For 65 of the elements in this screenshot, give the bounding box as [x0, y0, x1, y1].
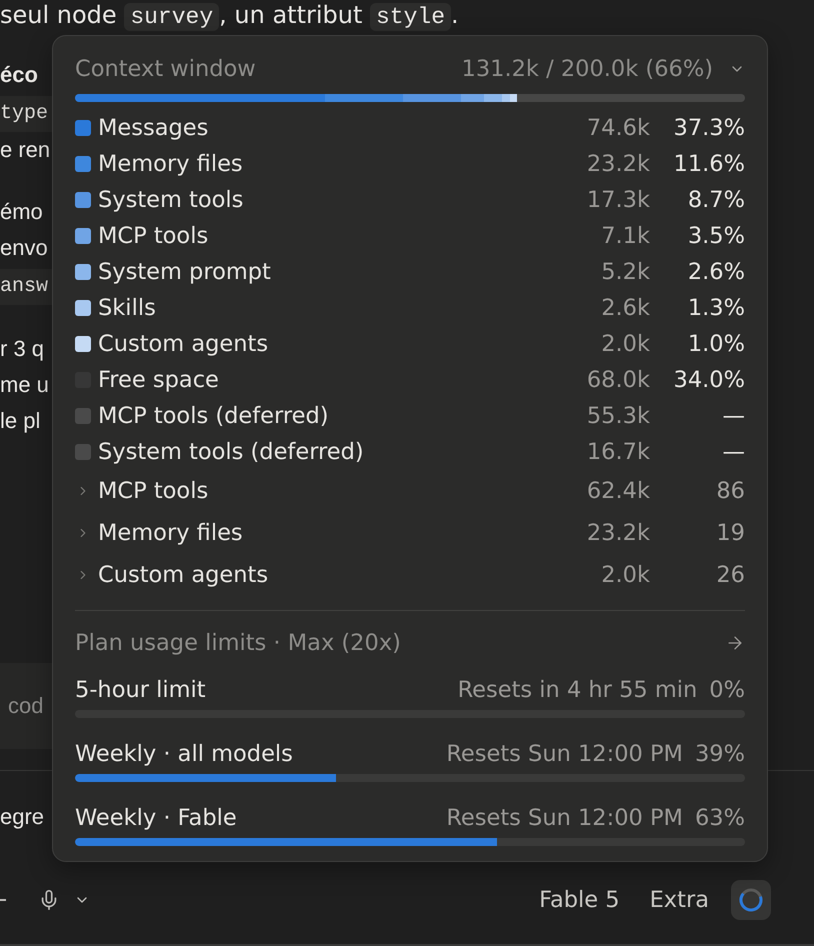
share-percent: 3.5% — [688, 223, 745, 249]
share-percent: 1.0% — [688, 331, 745, 357]
group-toggle[interactable]: Memory files — [75, 520, 243, 546]
panel-text: cod — [8, 693, 44, 719]
token-count: 23.2k — [586, 520, 650, 546]
share-percent: 11.6% — [674, 151, 745, 177]
message-text: seul node survey , un attribut style . — [0, 0, 460, 32]
token-count: 5.2k — [601, 259, 650, 285]
context-usage-button[interactable] — [731, 880, 771, 920]
limit-label: Weekly · Fable — [75, 805, 237, 831]
token-count: 16.7k — [586, 439, 650, 465]
token-count: 74.6k — [586, 115, 650, 141]
item-count: 26 — [716, 562, 745, 588]
category-label: MCP tools (deferred) — [98, 403, 329, 429]
share-percent: 1.3% — [688, 295, 745, 321]
section-title: Context window — [75, 56, 256, 82]
category-label: Memory files — [98, 151, 243, 177]
token-count: 55.3k — [586, 403, 650, 429]
limit-label: Weekly · all models — [75, 741, 293, 767]
reset-time: Resets Sun 12:00 PM — [446, 741, 683, 767]
usage-percent: 63% — [694, 805, 745, 831]
token-count: 23.2k — [586, 151, 650, 177]
share-percent: 34.0% — [674, 367, 745, 393]
category-label: System tools — [98, 187, 244, 213]
token-count: 62.4k — [586, 478, 650, 504]
usage-percent: 0% — [709, 677, 745, 703]
share-percent: 8.7% — [688, 187, 745, 213]
progress-ring-icon — [739, 888, 763, 912]
group-toggle[interactable]: Custom agents — [75, 562, 268, 588]
category-label: Free space — [98, 367, 219, 393]
category-label: Skills — [98, 295, 156, 321]
share-percent: 2.6% — [688, 259, 745, 285]
category-label: Custom agents — [98, 331, 268, 357]
category-label: System prompt — [98, 259, 271, 285]
category-label: Messages — [98, 115, 208, 141]
token-count: 68.0k — [586, 367, 650, 393]
group-toggle[interactable]: MCP tools — [75, 478, 208, 504]
item-count: 86 — [716, 478, 745, 504]
usage-summary: 131.2k / 200.0k (66%) — [462, 56, 713, 82]
plan-title: Plan usage limits · Max (20x) — [75, 630, 401, 656]
token-count: 17.3k — [586, 187, 650, 213]
category-label: System tools (deferred) — [98, 439, 364, 465]
message-text: r 3 q — [0, 335, 44, 363]
token-count: 2.0k — [601, 562, 650, 588]
share-percent: 37.3% — [674, 115, 745, 141]
message-text: e ren — [0, 136, 50, 164]
message-text: le pl — [0, 407, 40, 435]
token-count: 2.6k — [601, 295, 650, 321]
token-count: 7.1k — [601, 223, 650, 249]
heading-text: éco — [0, 61, 38, 89]
message-text: envo — [0, 234, 48, 262]
reset-time: Resets Sun 12:00 PM — [446, 805, 683, 831]
usage-percent: 39% — [694, 741, 745, 767]
effort-selector[interactable]: Extra — [646, 883, 713, 917]
composer-text[interactable]: egre — [0, 799, 44, 835]
message-text: émo — [0, 198, 43, 226]
reset-time: Resets in 4 hr 55 min — [458, 677, 698, 703]
item-count: 19 — [716, 520, 745, 546]
category-label: MCP tools — [98, 223, 208, 249]
share-percent: — — [722, 439, 745, 465]
token-count: 2.0k — [601, 331, 650, 357]
model-selector[interactable]: Fable 5 — [535, 883, 624, 917]
share-percent: — — [722, 403, 745, 429]
limit-label: 5-hour limit — [75, 677, 206, 703]
message-text: me u — [0, 371, 49, 399]
